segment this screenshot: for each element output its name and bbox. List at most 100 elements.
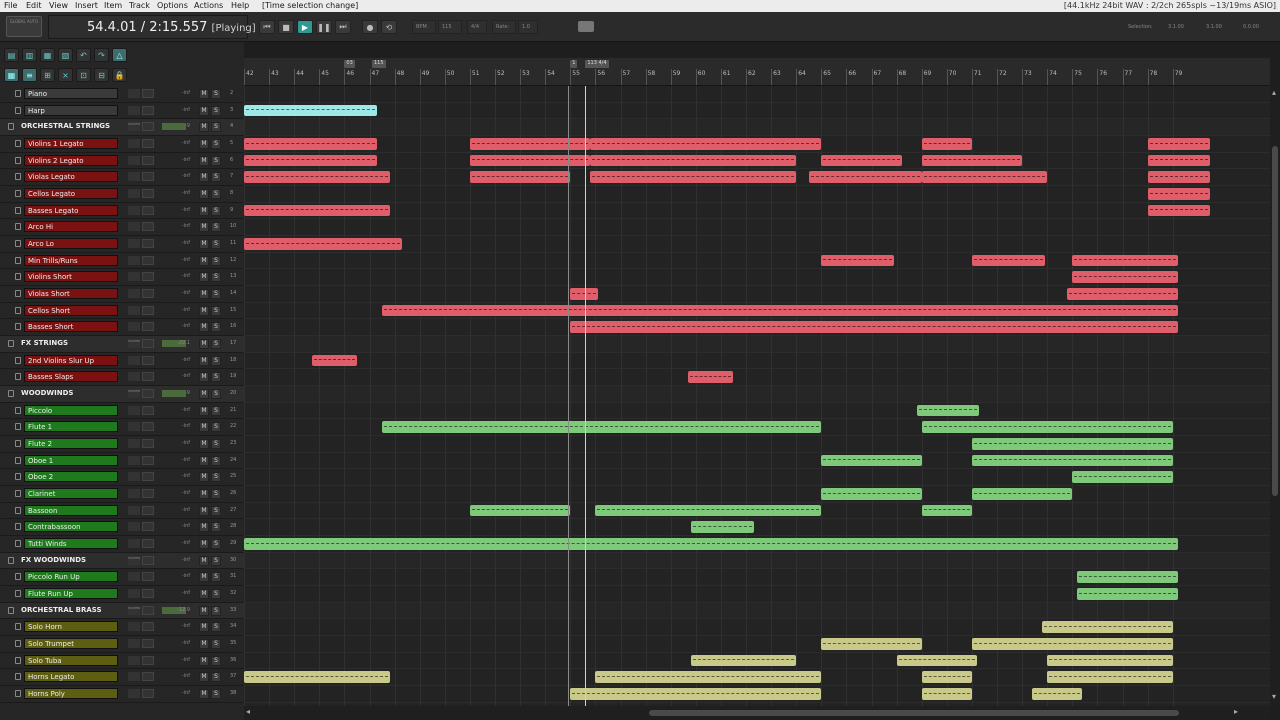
midi-item[interactable] xyxy=(469,138,591,150)
solo-button[interactable]: S xyxy=(211,639,221,650)
midi-item[interactable] xyxy=(244,671,390,684)
solo-button[interactable]: S xyxy=(211,172,221,183)
io-button[interactable] xyxy=(142,472,154,482)
envelope-button[interactable]: ⊡ xyxy=(76,68,91,82)
play-button[interactable]: ▶ xyxy=(297,20,313,34)
vertical-scrollbar[interactable]: ▴ ▾ xyxy=(1270,86,1280,706)
io-button[interactable] xyxy=(142,555,154,565)
track-row[interactable]: Violins Short -inf M S 13 xyxy=(0,269,244,287)
folder-icon[interactable] xyxy=(15,290,21,298)
menu-options[interactable]: Options xyxy=(157,1,188,10)
midi-item[interactable] xyxy=(244,154,378,167)
folder-icon[interactable] xyxy=(15,206,21,214)
menu-insert[interactable]: Insert xyxy=(75,1,98,10)
solo-button[interactable]: S xyxy=(211,89,221,99)
io-button[interactable] xyxy=(142,522,154,532)
folder-icon[interactable] xyxy=(15,490,21,498)
midi-item[interactable] xyxy=(469,504,571,517)
redo-button[interactable]: ↷ xyxy=(94,48,109,62)
track-row[interactable]: Solo Tuba -inf M S 36 xyxy=(0,652,244,670)
selection-start[interactable]: 3.1.00 xyxy=(1168,20,1184,34)
io-button[interactable] xyxy=(142,439,154,449)
track-row[interactable]: Flute 2 -inf M S 23 xyxy=(0,436,244,453)
track-row[interactable]: Bassoon -inf M S 27 xyxy=(0,502,244,520)
folder-icon[interactable] xyxy=(15,540,21,548)
mute-button[interactable]: M xyxy=(199,489,209,500)
mute-button[interactable]: M xyxy=(199,305,209,316)
track-lane[interactable] xyxy=(244,103,1270,120)
midi-item[interactable] xyxy=(244,204,390,217)
io-button[interactable] xyxy=(142,639,154,649)
rate-field[interactable]: 1.0 xyxy=(518,20,538,34)
mute-button[interactable]: M xyxy=(199,422,209,433)
midi-item[interactable] xyxy=(590,138,822,150)
midi-item[interactable] xyxy=(590,154,797,167)
track-name[interactable]: WOODWINDS xyxy=(18,388,116,399)
mute-button[interactable]: M xyxy=(199,572,209,583)
scroll-down-icon[interactable]: ▾ xyxy=(1272,692,1276,701)
mute-button[interactable]: M xyxy=(199,255,209,266)
midi-item[interactable] xyxy=(821,254,895,267)
mute-button[interactable]: M xyxy=(199,472,209,483)
io-button[interactable] xyxy=(142,572,154,582)
solo-button[interactable]: S xyxy=(211,239,221,250)
track-name[interactable]: Piccolo Run Up xyxy=(24,571,118,583)
midi-item[interactable] xyxy=(1147,204,1211,217)
new-project-button[interactable]: ▤ xyxy=(4,48,19,62)
folder-icon[interactable] xyxy=(15,323,21,331)
track-row[interactable]: Solo Horn -inf M S 34 xyxy=(0,619,244,637)
midi-item[interactable] xyxy=(1147,188,1211,200)
midi-item[interactable] xyxy=(971,454,1173,467)
mute-button[interactable]: M xyxy=(199,172,209,183)
io-button[interactable] xyxy=(142,222,154,232)
track-name[interactable]: Arco Hi xyxy=(24,221,118,233)
midi-item[interactable] xyxy=(808,171,922,183)
track-name[interactable]: Piccolo xyxy=(24,404,118,416)
solo-button[interactable]: S xyxy=(211,622,221,633)
io-button[interactable] xyxy=(142,155,154,165)
track-row[interactable]: Harp -inf M S 3 xyxy=(0,102,244,120)
midi-item[interactable] xyxy=(244,238,403,250)
io-button[interactable] xyxy=(142,505,154,515)
track-name[interactable]: Flute Run Up xyxy=(24,588,118,600)
track-row[interactable]: Oboe 2 -inf M S 25 xyxy=(0,469,244,487)
mute-button[interactable]: M xyxy=(199,389,209,400)
midi-item[interactable] xyxy=(469,154,591,167)
track-name[interactable]: Solo Tuba xyxy=(24,654,118,666)
track-lane[interactable] xyxy=(244,486,1270,503)
solo-button[interactable]: S xyxy=(211,655,221,666)
folder-icon[interactable] xyxy=(15,256,21,264)
solo-button[interactable]: S xyxy=(211,539,221,550)
folder-icon[interactable] xyxy=(15,356,21,364)
midi-item[interactable] xyxy=(821,638,922,650)
mute-button[interactable]: M xyxy=(199,505,209,516)
mute-button[interactable]: M xyxy=(199,239,209,250)
solo-button[interactable]: S xyxy=(211,555,221,566)
mute-button[interactable]: M xyxy=(199,455,209,466)
folder-track-row[interactable]: ORCHESTRAL BRASS MASTER -12.9 M S 33 xyxy=(0,602,244,620)
solo-button[interactable]: S xyxy=(211,222,221,233)
io-button[interactable] xyxy=(142,389,154,399)
vertical-scroll-thumb[interactable] xyxy=(1272,146,1278,496)
mute-button[interactable]: M xyxy=(199,439,209,450)
track-name[interactable]: Flute 2 xyxy=(24,438,118,450)
rate-slider[interactable] xyxy=(578,21,594,32)
folder-icon[interactable] xyxy=(15,623,21,631)
midi-item[interactable] xyxy=(590,171,797,183)
track-row[interactable]: Horns Legato -inf M S 37 xyxy=(0,669,244,687)
midi-item[interactable] xyxy=(1072,271,1178,284)
track-lane[interactable] xyxy=(244,602,1270,620)
track-row[interactable]: Flute Run Up -inf M S 32 xyxy=(0,586,244,603)
midi-item[interactable] xyxy=(570,288,598,300)
folder-icon[interactable] xyxy=(15,656,21,664)
lock-button[interactable]: 🔒 xyxy=(112,68,127,82)
io-button[interactable] xyxy=(142,455,154,465)
track-row[interactable]: Arco Lo -inf M S 11 xyxy=(0,236,244,253)
loop-button[interactable]: ⟲ xyxy=(381,20,397,34)
mute-button[interactable]: M xyxy=(199,205,209,216)
solo-button[interactable]: S xyxy=(211,422,221,433)
midi-item[interactable] xyxy=(1072,254,1178,267)
pause-button[interactable]: ❚❚ xyxy=(316,20,332,34)
mute-button[interactable]: M xyxy=(199,689,209,700)
io-button[interactable] xyxy=(142,205,154,215)
